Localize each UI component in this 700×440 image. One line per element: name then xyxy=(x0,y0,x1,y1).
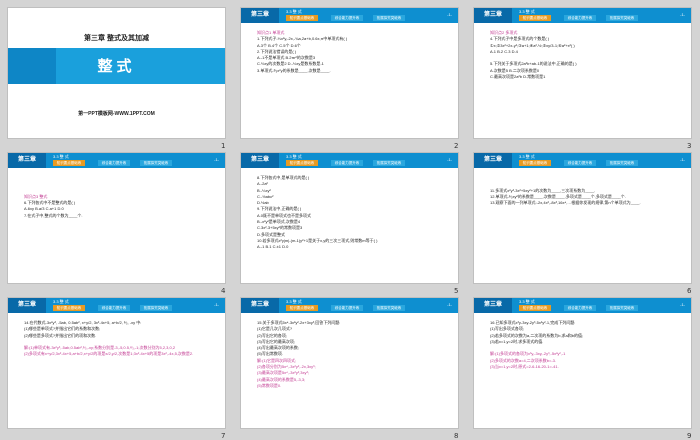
slide-title: 整式 xyxy=(97,58,136,75)
slide-thumbnail[interactable]: 第三章 3.3 整 式知识要点基础练 综合能力提升练 拓展探究突破练 -1- 知识点1 单… xyxy=(240,7,459,139)
slide-body: 8.下列各式中,是单项式的是( ) A.-2a² B.-⅓xy² C.-½abc² D.… xyxy=(257,175,448,251)
chapter-title: 第三章 整式及其加减 xyxy=(84,35,149,42)
slide-text-line: C.最高次项是2a²b D.常数项是1 xyxy=(490,74,546,80)
tab-ability-practice[interactable]: 综合能力提升练 xyxy=(331,160,363,166)
slide-number: 6 xyxy=(687,287,692,295)
slide-thumbnail[interactable]: 第三章 3.3 整 式知识要点基础练 综合能力提升练 拓展探究突破练 -1- 知识点2 多… xyxy=(473,7,692,139)
tab-extension-practice[interactable]: 拓展探究突破练 xyxy=(373,160,405,166)
slide-number: 3 xyxy=(687,142,692,150)
slide-body: 知识点1 单项式 1.下列式子-⅓x²y,-2x,-¾a,2a+b,0.6x,π中… xyxy=(257,30,448,74)
page-indicator: -1- xyxy=(447,12,452,17)
tab-ability-practice[interactable]: 综合能力提升练 xyxy=(331,305,363,311)
slide-header: 第三章 3.3 整 式知识要点基础练 综合能力提升练 拓展探究突破练 -1- xyxy=(8,153,225,168)
tab-ability-practice[interactable]: 综合能力提升练 xyxy=(98,305,130,311)
chapter-label: 第三章 xyxy=(474,298,512,313)
tab-basic-practice[interactable]: 知识要点基础练 xyxy=(286,305,318,311)
slide-subtitle: 第一PPT模板网-WWW.1PPT.COM xyxy=(78,111,155,117)
page-indicator: -1- xyxy=(680,157,685,162)
slide-thumbnail[interactable]: 第三章 整式及其加减整式第一PPT模板网-WWW.1PPT.COM xyxy=(7,7,226,139)
slide-body: 11.多项式x²y³-3x²+5xy²+1的次数为____,三次项系数为____… xyxy=(490,175,681,206)
page-indicator: -1- xyxy=(214,157,219,162)
slide-body: 15.关于多项式5x⁴-3x²y²-2x+3xy³,回答下列问题: (1)它是几次… xyxy=(257,320,448,389)
slide-text-line: (3)当x=1,y=2时,原式=2-6-16-20-1=-41. xyxy=(490,364,559,370)
page-indicator: -1- xyxy=(214,302,219,307)
page-indicator: -1- xyxy=(447,302,452,307)
slide-header: 第三章 3.3 整 式知识要点基础练 综合能力提升练 拓展探究突破练 -1- xyxy=(474,153,691,168)
tab-basic-practice[interactable]: 知识要点基础练 xyxy=(53,160,85,166)
slide-number: 1 xyxy=(221,142,226,150)
slide-header: 第三章 3.3 整 式知识要点基础练 综合能力提升练 拓展探究突破练 -1- xyxy=(241,298,458,313)
chapter-label: 第三章 xyxy=(241,153,279,168)
page-indicator: -1- xyxy=(680,302,685,307)
slide-header: 第三章 3.3 整 式知识要点基础练 综合能力提升练 拓展探究突破练 -1- xyxy=(241,153,458,168)
tab-basic-practice[interactable]: 知识要点基础练 xyxy=(519,15,551,21)
chapter-label: 第三章 xyxy=(474,8,512,23)
tab-extension-practice[interactable]: 拓展探究突破练 xyxy=(140,305,172,311)
tab-ability-practice[interactable]: 综合能力提升练 xyxy=(564,305,596,311)
chapter-label: 第三章 xyxy=(241,8,279,23)
slide-thumbnail[interactable]: 第三章 3.3 整 式知识要点基础练 综合能力提升练 拓展探究突破练 -1- 15.关于多… xyxy=(240,297,459,429)
tab-extension-practice[interactable]: 拓展探究突破练 xyxy=(373,15,405,21)
slide-thumbnail[interactable]: 第三章 3.3 整 式知识要点基础练 综合能力提升练 拓展探究突破练 -1- 14.在代数… xyxy=(7,297,226,429)
slide-number: 5 xyxy=(454,287,459,295)
tab-basic-practice[interactable]: 知识要点基础练 xyxy=(519,305,551,311)
tab-extension-practice[interactable]: 拓展探究突破练 xyxy=(606,160,638,166)
tab-ability-practice[interactable]: 综合能力提升练 xyxy=(98,160,130,166)
tab-ability-practice[interactable]: 综合能力提升练 xyxy=(564,15,596,21)
tab-ability-practice[interactable]: 综合能力提升练 xyxy=(331,15,363,21)
slide-thumbnail[interactable]: 第三章 3.3 整 式知识要点基础练 综合能力提升练 拓展探究突破练 -1- 8.下列各式… xyxy=(240,152,459,284)
slide-text-line: (2)多项式有x+y/2,3x²-4x+5,a+b/2,x+y/2的项是x/2,… xyxy=(24,351,194,357)
slide-text-line: (5)常数项是0. xyxy=(257,382,282,388)
slide-header: 第三章 3.3 整 式知识要点基础练 综合能力提升练 拓展探究突破练 -1- xyxy=(241,8,458,23)
slide-thumbnail[interactable]: 第三章 3.3 整 式知识要点基础练 综合能力提升练 拓展探究突破练 -1- 16.已知多… xyxy=(473,297,692,429)
slide-header: 第三章 3.3 整 式知识要点基础练 综合能力提升练 拓展探究突破练 -1- xyxy=(8,298,225,313)
tab-basic-practice[interactable]: 知识要点基础练 xyxy=(519,160,551,166)
page-indicator: -1- xyxy=(680,12,685,17)
slide-body: 知识点2 多项式 4.下列式子中是多项式的个数是( ) ①x;②3x²+2x-y²;… xyxy=(490,30,681,80)
tab-extension-practice[interactable]: 拓展探究突破练 xyxy=(606,15,638,21)
slide-number: 4 xyxy=(221,287,226,295)
chapter-label: 第三章 xyxy=(474,153,512,168)
slide-header: 第三章 3.3 整 式知识要点基础练 综合能力提升练 拓展探究突破练 -1- xyxy=(474,8,691,23)
slide-body: 14.在代数式-3x²y³, -5ab, 0.5ab², x+y/2, 3x²-… xyxy=(24,320,215,358)
slide-text-line: A.-1 B.1 C.±1 D.0 xyxy=(257,244,289,250)
chapter-label: 第三章 xyxy=(241,298,279,313)
slide-header: 第三章 3.3 整 式知识要点基础练 综合能力提升练 拓展探究突破练 -1- xyxy=(474,298,691,313)
slide-body: 知识点3 整式 6.下列各式中不是整式的是( ) A.6xy B.a/3 C.a+1… xyxy=(24,175,215,219)
tab-extension-practice[interactable]: 拓展探究突破练 xyxy=(606,305,638,311)
chapter-label: 第三章 xyxy=(8,153,46,168)
slide-number: 7 xyxy=(221,432,226,440)
slide-number: 2 xyxy=(454,142,459,150)
slide-number: 9 xyxy=(687,432,692,440)
tab-basic-practice[interactable]: 知识要点基础练 xyxy=(286,15,318,21)
slide-text-line: 3.单项式-³⁄₅x²y的系数是____,次数是____. xyxy=(257,67,331,73)
slide-number: 8 xyxy=(454,432,459,440)
tab-basic-practice[interactable]: 知识要点基础练 xyxy=(286,160,318,166)
tab-ability-practice[interactable]: 综合能力提升练 xyxy=(564,160,596,166)
slide-thumbnail[interactable]: 第三章 3.3 整 式知识要点基础练 综合能力提升练 拓展探究突破练 -1- 知识点3 … xyxy=(7,152,226,284)
slide-thumbnail[interactable]: 第三章 3.3 整 式知识要点基础练 综合能力提升练 拓展探究突破练 -1- 11.多项… xyxy=(473,152,692,284)
page-indicator: -1- xyxy=(447,157,452,162)
tab-extension-practice[interactable]: 拓展探究突破练 xyxy=(140,160,172,166)
tab-extension-practice[interactable]: 拓展探究突破练 xyxy=(373,305,405,311)
chapter-label: 第三章 xyxy=(8,298,46,313)
slide-text-line: 13.观察下面的一列单项式:-2x,4x²,-8x³,16x⁴,…根据你发现的规… xyxy=(490,200,641,206)
slide-text-line: 7.在式子中,整式的个数为____个. xyxy=(24,212,83,218)
slide-body: 16.已知多项式x³y-3xy-2y³-5x²y²-1,完成下列问题: (1)写出… xyxy=(490,320,681,370)
tab-basic-practice[interactable]: 知识要点基础练 xyxy=(53,305,85,311)
